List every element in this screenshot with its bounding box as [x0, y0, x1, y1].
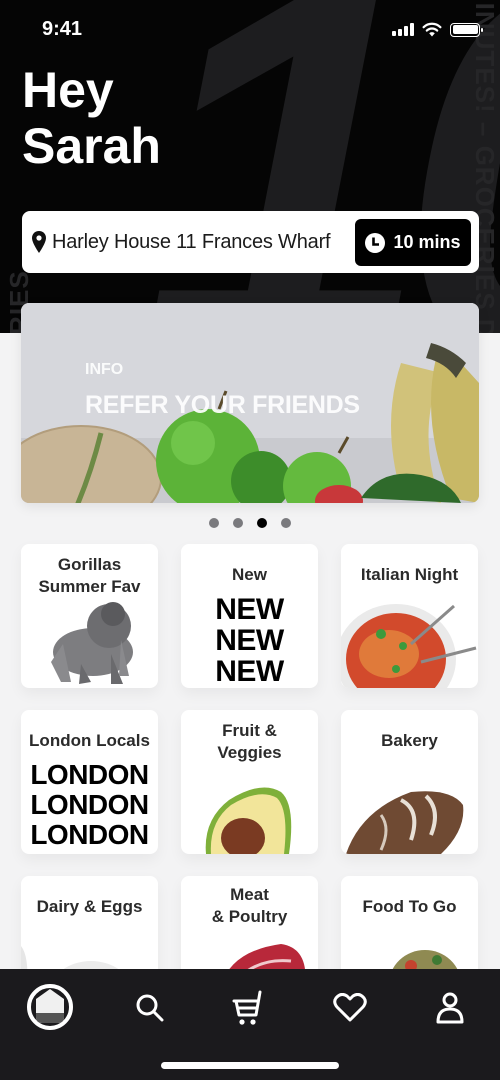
tab-cart[interactable] — [224, 983, 274, 1033]
new-art-text: NEW NEW NEW — [181, 594, 318, 687]
gorilla-image — [51, 602, 133, 684]
greeting-line-1: Hey — [22, 62, 114, 118]
pagination-dot-3-active[interactable] — [257, 518, 267, 528]
heart-icon — [333, 993, 367, 1022]
search-icon — [136, 994, 164, 1022]
category-label: New — [232, 565, 267, 584]
user-icon — [436, 992, 464, 1024]
category-bakery[interactable]: Bakery — [341, 710, 478, 854]
category-fruit-veggies[interactable]: Fruit & Veggies — [181, 710, 318, 854]
map-pin-icon — [32, 231, 46, 253]
avocado-image — [205, 787, 292, 854]
hero-header: 10 10 MINUTES! – GROCERIES MINUTES! – GR… — [0, 0, 500, 333]
art-text-line: NEW — [215, 593, 284, 626]
spaghetti-image — [341, 604, 477, 688]
category-italian-night[interactable]: Italian Night — [341, 544, 478, 688]
home-indicator — [161, 1062, 339, 1069]
promo-banner[interactable]: INFO REFER YOUR FRIENDS — [21, 303, 479, 503]
wifi-icon — [422, 22, 442, 37]
cellular-signal-icon — [392, 23, 414, 36]
home-icon — [27, 984, 73, 1030]
greeting-heading: Hey Sarah — [22, 62, 161, 174]
delivery-address-text: Harley House 11 Frances Wharf — [52, 230, 331, 253]
art-text-line: LONDON — [30, 759, 149, 790]
home-screen: 10 10 MINUTES! – GROCERIES MINUTES! – GR… — [0, 0, 500, 1080]
greeting-name: Sarah — [22, 118, 161, 174]
art-text-line: LONDON — [30, 819, 149, 850]
tab-profile[interactable] — [425, 983, 475, 1033]
art-text-line: NEW — [215, 655, 284, 688]
london-art-text: LONDON LONDON LONDON — [21, 760, 158, 850]
category-london-locals[interactable]: London Locals LONDON LONDON LONDON — [21, 710, 158, 854]
pagination-dot-4[interactable] — [281, 518, 291, 528]
category-gorillas-summer-fav[interactable]: Gorillas Summer Fav — [21, 544, 158, 688]
delivery-eta-button[interactable]: 10 mins — [355, 219, 471, 266]
delivery-eta-label: 10 mins — [393, 232, 461, 252]
art-text-line: LONDON — [30, 789, 149, 820]
pagination-dot-2[interactable] — [233, 518, 243, 528]
tab-home[interactable] — [24, 981, 76, 1033]
status-time: 9:41 — [42, 18, 83, 40]
status-icons — [392, 22, 483, 37]
cart-icon — [232, 990, 262, 1025]
banner-title: REFER YOUR FRIENDS — [85, 391, 360, 419]
category-label: London Locals — [29, 731, 150, 750]
tab-search[interactable] — [125, 983, 175, 1033]
bread-image — [346, 791, 464, 854]
banner-pagination — [0, 518, 500, 528]
art-text-line: NEW — [215, 624, 284, 657]
battery-icon — [450, 22, 483, 37]
status-bar: 9:41 — [0, 0, 500, 60]
pagination-dot-1[interactable] — [209, 518, 219, 528]
clock-icon — [365, 232, 386, 253]
category-new[interactable]: New NEW NEW NEW — [181, 544, 318, 688]
tab-favorites[interactable] — [325, 983, 375, 1033]
banner-eyebrow: INFO — [85, 361, 124, 378]
delivery-address-bar[interactable]: Harley House 11 Frances Wharf 10 mins — [22, 211, 479, 273]
category-grid: Gorillas Summer Fav New NEW NEW NEW Ital… — [21, 544, 479, 986]
